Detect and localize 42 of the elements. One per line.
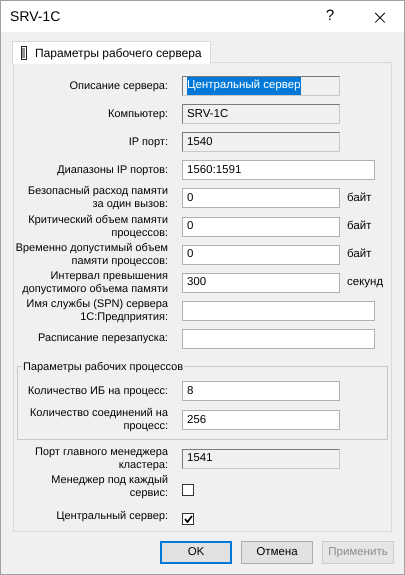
input-field[interactable]: 8 — [182, 381, 340, 402]
input-field[interactable] — [182, 300, 375, 321]
unit-label: секунд — [347, 275, 384, 290]
input-field[interactable]: 1540 — [182, 132, 340, 152]
checkbox[interactable] — [182, 513, 194, 526]
field-label: Менеджер под каждый сервис: — [50, 474, 168, 500]
field-label: Описание сервера: — [68, 80, 168, 93]
input-field[interactable] — [182, 328, 375, 349]
field-label: Имя службы (SPN) сервера 1С:Предприятия: — [25, 298, 168, 324]
input-field[interactable]: 1560:1591 — [182, 160, 375, 180]
input-field[interactable]: 300 — [182, 272, 340, 293]
help-button[interactable]: ? — [320, 5, 340, 28]
field-label: Порт главного менеджера кластера: — [34, 446, 168, 472]
input-field[interactable]: 0 — [182, 244, 340, 265]
unit-label: байт — [347, 218, 372, 234]
input-field[interactable]: SRV-1C — [182, 104, 340, 124]
field-label: Критический объем памяти процессов: — [27, 214, 168, 240]
field-label: Компьютер: — [107, 108, 168, 121]
document-icon — [21, 46, 27, 60]
dialog-button[interactable]: Отмена — [241, 541, 313, 564]
field-label: Безопасный расход памяти за один вызов: — [26, 185, 168, 212]
input-field[interactable]: 0 — [182, 216, 340, 237]
input-field[interactable]: 256 — [182, 410, 340, 430]
tab[interactable]: Параметры рабочего сервера — [12, 41, 211, 64]
checkbox[interactable] — [182, 484, 194, 496]
field-label: Количество ИБ на процесс: — [26, 384, 168, 398]
input-field[interactable]: 1541 — [182, 448, 340, 469]
group-title: Параметры рабочих процессов — [22, 358, 184, 376]
input-field[interactable]: Центральный сервер — [182, 76, 340, 96]
input-field[interactable]: 0 — [182, 188, 340, 208]
close-button[interactable]: × — [370, 2, 390, 32]
window-title: SRV-1C — [10, 7, 60, 26]
field-label: Расписание перезапуска: — [37, 332, 168, 346]
unit-label: байт — [347, 190, 372, 206]
field-label: IP порт: — [128, 136, 168, 149]
field-label: Временно допустимый объем памяти процессов: — [14, 242, 168, 268]
field-label: Диапазоны IP портов: — [56, 164, 168, 177]
field-label: Интервал превышения допустимого объема памяти — [21, 270, 168, 296]
unit-label: байт — [347, 246, 372, 262]
dialog-button[interactable]: OK — [160, 541, 232, 564]
field-label: Количество соединений на процесс: — [28, 407, 168, 434]
field-label: Центральный сервер: — [55, 510, 168, 523]
